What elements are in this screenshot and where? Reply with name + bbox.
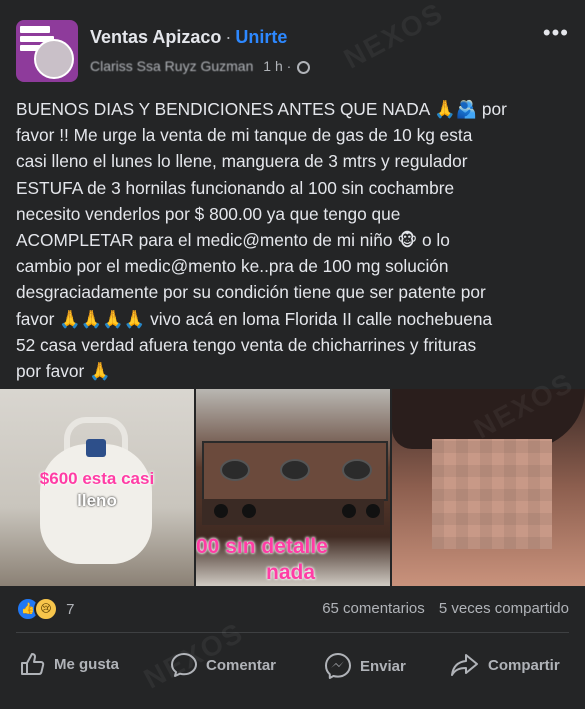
photo-gas-tank[interactable]: $600 esta casi lleno xyxy=(0,389,194,586)
comments-count[interactable]: 65 comentarios xyxy=(322,600,425,617)
photo-child[interactable] xyxy=(392,389,585,586)
globe-icon xyxy=(297,61,311,74)
group-avatar[interactable] xyxy=(16,20,78,82)
share-button[interactable]: Compartir xyxy=(450,652,560,678)
action-bar: Me gusta Comentar Enviar Compartir xyxy=(0,644,585,688)
post-text-line: favor 🙏🙏🙏🙏 vivo acá en loma Florida II c… xyxy=(16,308,493,329)
thumbs-up-icon xyxy=(21,653,45,675)
more-options-button[interactable]: ••• xyxy=(543,20,569,46)
divider xyxy=(16,632,569,633)
join-group-button[interactable]: Unirte xyxy=(235,27,287,47)
post-stats: 👍 😢 7 65 comentarios 5 veces compartido xyxy=(16,597,569,621)
photo-grid: $600 esta casi lleno 00 sin detalle nada xyxy=(0,389,585,586)
like-button[interactable]: Me gusta xyxy=(20,652,119,676)
post-text-line: 52 casa verdad afuera tengo venta de chi… xyxy=(16,334,477,355)
author-avatar[interactable] xyxy=(34,39,74,79)
reaction-count: 7 xyxy=(66,600,75,618)
share-label: Compartir xyxy=(488,656,560,674)
post-card: Ventas Apizaco · Unirte Clariss Ssa Ruyz G… xyxy=(0,0,585,709)
photo-caption: $600 esta casi xyxy=(39,469,155,488)
photo-caption: nada xyxy=(266,561,316,584)
post-text-line: ESTUFA de 3 hornilas funcionando al 100 … xyxy=(16,177,455,198)
author-name[interactable]: Clariss Ssa Ruyz Guzman xyxy=(90,58,253,74)
post-header: Ventas Apizaco · Unirte Clariss Ssa Ruyz G… xyxy=(16,20,569,84)
group-name[interactable]: Ventas Apizaco xyxy=(90,27,221,47)
photo-caption: lleno xyxy=(77,491,117,510)
comment-button[interactable]: Comentar xyxy=(170,652,276,678)
messenger-icon xyxy=(325,653,351,679)
post-text-line: por favor 🙏 xyxy=(16,361,111,382)
post-text: BUENOS DIAS Y BENDICIONES ANTES QUE NADA… xyxy=(16,96,571,384)
post-time[interactable]: 1 h xyxy=(263,58,282,74)
post-text-line: cambio por el medic@mento ke..pra de 100… xyxy=(16,256,449,277)
blurred-face xyxy=(432,439,552,549)
comment-label: Comentar xyxy=(206,656,277,674)
post-text-line: favor !! Me urge la venta de mi tanque d… xyxy=(16,125,473,146)
comment-icon xyxy=(171,653,197,677)
share-icon xyxy=(451,654,478,676)
send-button[interactable]: Enviar xyxy=(324,652,406,680)
shares-count[interactable]: 5 veces compartido xyxy=(439,600,569,617)
time-separator: · xyxy=(286,58,292,74)
post-text-line: ACOMPLETAR para el medic@mento de mi niñ… xyxy=(16,230,450,251)
post-text-line: desgraciadamente por su condición tiene … xyxy=(16,282,486,303)
photo-stove[interactable]: 00 sin detalle nada xyxy=(196,389,390,586)
reactions-summary[interactable]: 👍 😢 7 xyxy=(16,597,75,621)
separator: · xyxy=(225,27,232,47)
post-text-line: necesito venderlos por $ 800.00 ya que t… xyxy=(16,203,401,224)
post-text-line: casi lleno el lunes lo llene, manguera d… xyxy=(16,151,468,172)
photo-caption: 00 sin detalle xyxy=(196,535,328,558)
like-label: Me gusta xyxy=(54,655,120,673)
post-text-line: BUENOS DIAS Y BENDICIONES ANTES QUE NADA… xyxy=(16,99,507,119)
send-label: Enviar xyxy=(360,657,406,675)
sad-reaction-icon: 😢 xyxy=(34,597,58,621)
